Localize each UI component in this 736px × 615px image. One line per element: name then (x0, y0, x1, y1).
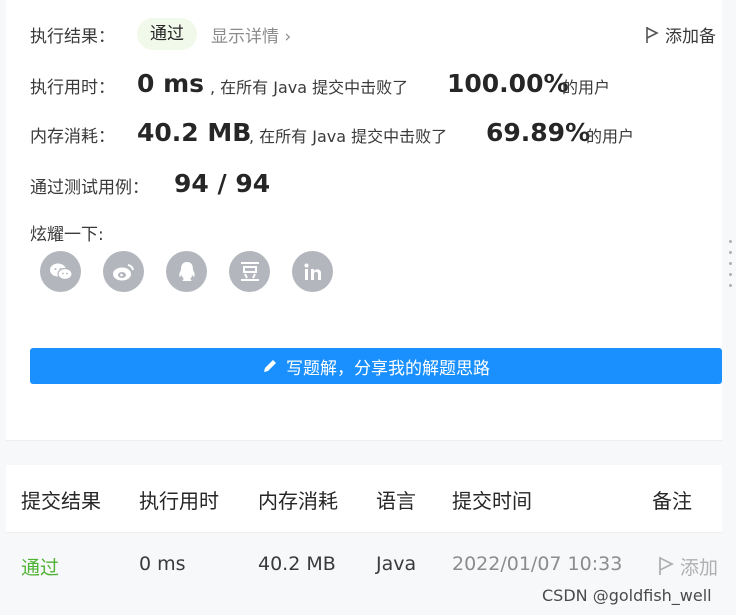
status-badge: 通过 (137, 18, 197, 50)
result-label: 执行结果： (30, 27, 115, 47)
header-memory: 内存消耗 (258, 489, 338, 513)
row-language: Java (376, 553, 417, 575)
qq-icon[interactable] (166, 251, 207, 292)
show-details-label: 显示详情 (211, 27, 279, 47)
submissions-table: 提交结果 执行用时 内存消耗 语言 提交时间 备注 通过 0 ms 40.2 M… (6, 465, 722, 599)
memory-label: 内存消耗： (30, 127, 115, 147)
tests-value: 94 / 94 (174, 169, 271, 198)
header-status: 提交结果 (21, 489, 101, 513)
drag-handle-icon[interactable] (729, 240, 733, 295)
row-add-note-button[interactable]: 添加 (658, 553, 718, 580)
add-note-button[interactable]: 添加备 (645, 22, 716, 47)
runtime-percent: 100.00% (447, 69, 569, 98)
row-status-link[interactable]: 通过 (21, 553, 59, 580)
share-buttons (40, 251, 333, 292)
write-solution-label: 写题解，分享我的解题思路 (286, 358, 490, 379)
write-solution-button[interactable]: 写题解，分享我的解题思路 (30, 348, 722, 384)
table-header: 提交结果 执行用时 内存消耗 语言 提交时间 备注 (6, 465, 722, 533)
memory-suffix: 的用户 (586, 127, 635, 146)
header-language: 语言 (376, 489, 416, 513)
row-time: 2022/01/07 10:33 (452, 553, 623, 575)
row-memory: 40.2 MB (258, 553, 336, 575)
flag-icon (646, 27, 659, 43)
share-label: 炫耀一下: (30, 225, 104, 245)
memory-percent: 69.89% (486, 118, 591, 147)
chevron-right-icon: › (284, 27, 292, 47)
add-note-label: 添加备 (665, 27, 716, 47)
pencil-icon (264, 360, 276, 372)
flag-icon (659, 557, 675, 575)
watermark: CSDN @goldfish_well (542, 586, 712, 605)
runtime-value: 0 ms (137, 69, 205, 98)
tests-label: 通过测试用例： (30, 178, 149, 198)
memory-beat-text: , 在所有 Java 提交中击败了 (249, 127, 448, 146)
show-details-link[interactable]: 显示详情 › (211, 22, 291, 47)
runtime-suffix: 的用户 (562, 78, 611, 97)
memory-value: 40.2 MB (137, 118, 252, 147)
header-note: 备注 (652, 489, 692, 513)
header-runtime: 执行用时 (139, 489, 219, 513)
douban-icon[interactable] (229, 251, 270, 292)
linkedin-icon[interactable] (292, 251, 333, 292)
runtime-label: 执行用时： (30, 78, 115, 98)
header-time: 提交时间 (452, 489, 532, 513)
wechat-icon[interactable] (40, 251, 81, 292)
runtime-beat-text: , 在所有 Java 提交中击败了 (210, 78, 409, 97)
row-runtime: 0 ms (139, 553, 186, 575)
row-add-note-label: 添加 (680, 557, 719, 579)
weibo-icon[interactable] (103, 251, 144, 292)
